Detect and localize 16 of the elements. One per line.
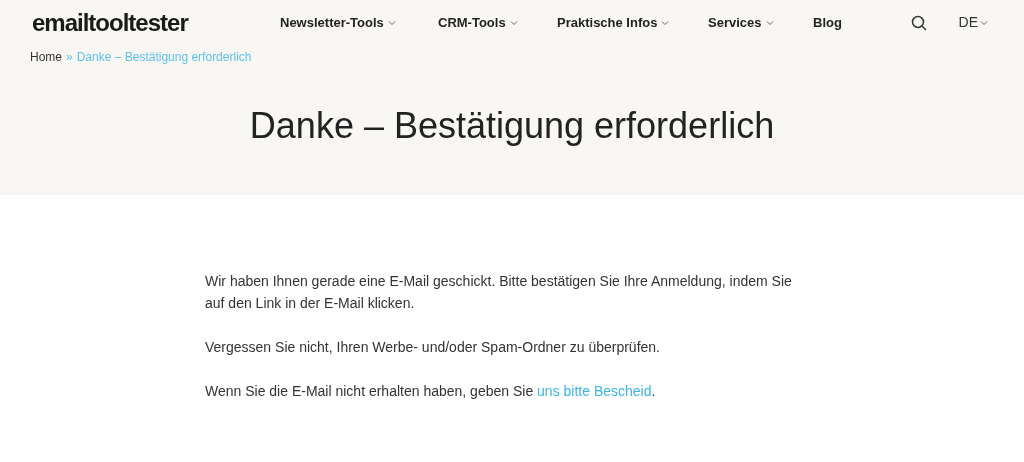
search-icon[interactable]	[910, 14, 927, 31]
paragraph: Wenn Sie die E-Mail nicht erhalten haben, geben Sie uns bitte Bescheid.	[205, 382, 657, 401]
nav-link[interactable]: CRM-Tools	[438, 12, 557, 33]
logo[interactable]: emailtooltester	[32, 4, 262, 41]
nav-link[interactable]: Praktische Infos	[557, 12, 708, 33]
language-selector[interactable]: DE	[958, 12, 988, 33]
nav-link[interactable]: Blog	[813, 12, 873, 33]
paragraph: Vergessen Sie nicht, Ihren Werbe- und/oder Spam-Ordner zu überprüfen.	[205, 338, 661, 357]
nav-link[interactable]: Newsletter-Tools	[280, 12, 438, 33]
paragraph: Wir haben Ihnen gerade eine E-Mail geschickt. Bitte bestätigen Sie Ihre Anmeldung, indem Sie auf den Link in der E-Mail klicken.	[205, 272, 793, 313]
breadcrumb-link[interactable]: Home	[30, 48, 62, 66]
chevron-down-icon	[980, 19, 988, 26]
page-title: Danke – Bestätigung erforderlich	[249, 103, 775, 148]
nav-link[interactable]: Services	[708, 12, 813, 33]
breadcrumb-current: Danke – Bestätigung erforderlich	[76, 49, 252, 66]
breadcrumb-separator: »	[66, 49, 73, 66]
